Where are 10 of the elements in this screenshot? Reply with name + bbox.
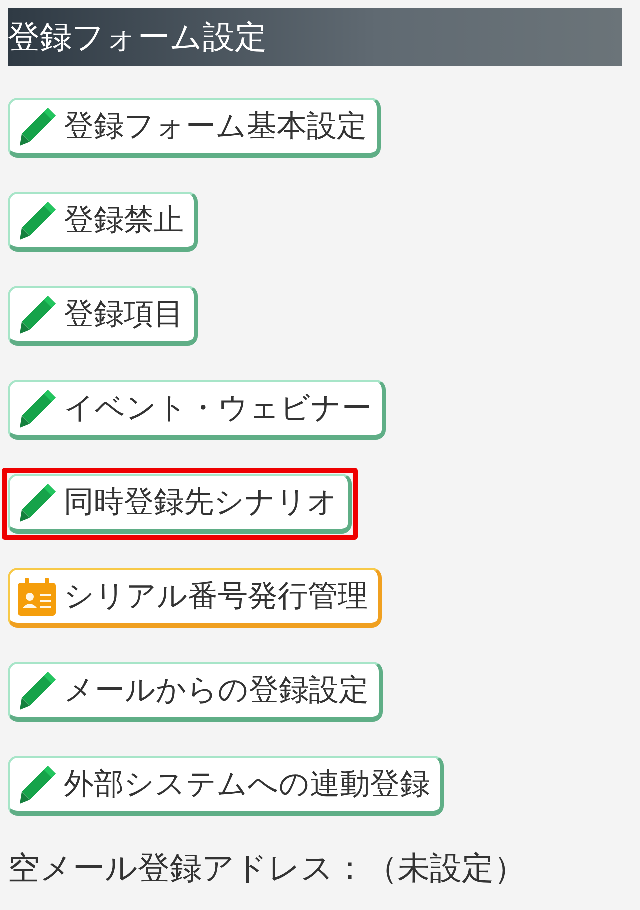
menu-button[interactable]: 登録項目 xyxy=(8,286,198,346)
menu-button[interactable]: 同時登録先シナリオ xyxy=(8,474,352,534)
menu-button[interactable]: イベント・ウェビナー xyxy=(8,380,386,440)
menu-button[interactable]: 登録フォーム基本設定 xyxy=(8,98,381,158)
menu-button[interactable]: 登録禁止 xyxy=(8,192,198,252)
section-title: 登録フォーム設定 xyxy=(8,21,267,53)
empty-mail-address-text: 空メール登録アドレス：（未設定） xyxy=(8,849,527,888)
menu-button[interactable]: シリアル番号発行管理 xyxy=(8,568,382,628)
menu-button[interactable]: 外部システムへの連動登録 xyxy=(8,756,444,816)
menu-button[interactable]: メールからの登録設定 xyxy=(8,662,383,722)
